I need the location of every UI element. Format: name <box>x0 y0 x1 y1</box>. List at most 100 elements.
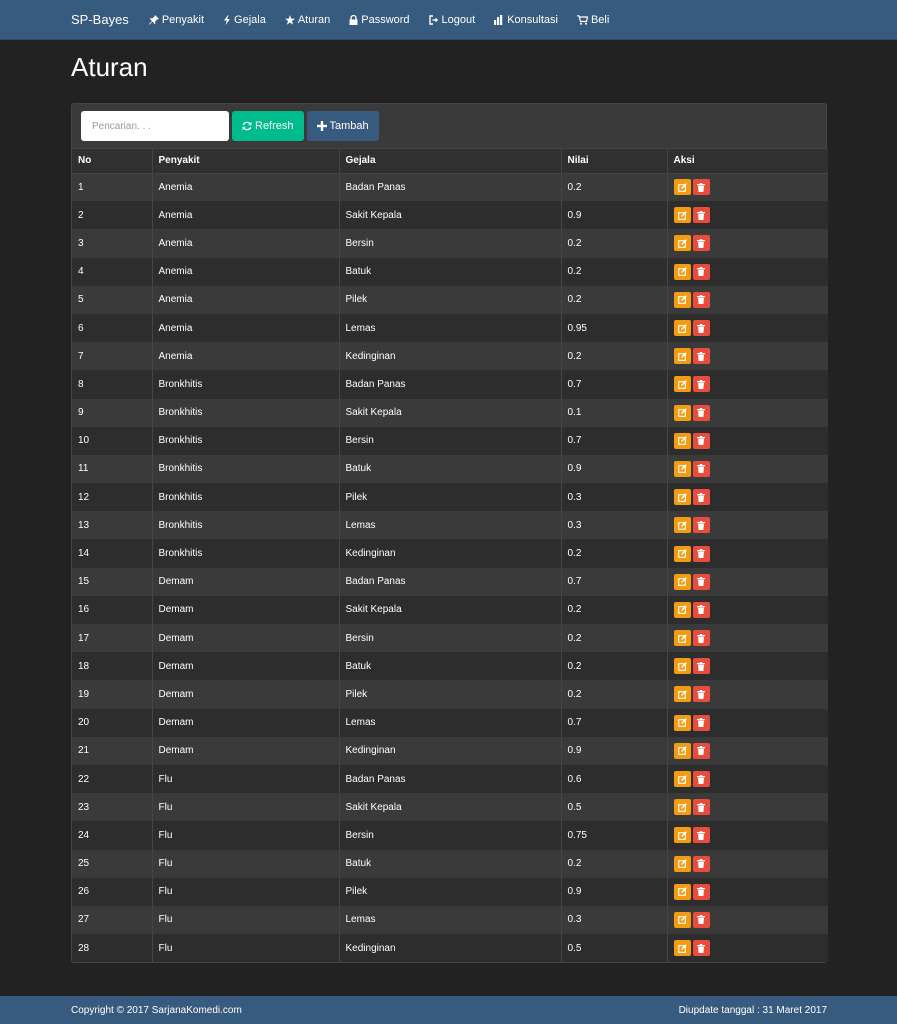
nav-item-aturan[interactable]: Aturan <box>284 13 331 26</box>
cell-aksi <box>667 652 828 680</box>
table-row: 6 Anemia Lemas 0.95 <box>72 313 828 343</box>
delete-button[interactable] <box>692 235 710 252</box>
edit-button[interactable] <box>673 911 691 928</box>
delete-button[interactable] <box>692 855 710 872</box>
edit-button[interactable] <box>673 460 691 477</box>
edit-button[interactable] <box>673 601 691 618</box>
delete-button[interactable] <box>692 432 710 449</box>
edit-button[interactable] <box>673 855 691 872</box>
cell-aksi <box>667 765 828 793</box>
cell-aksi <box>667 314 828 342</box>
delete-button[interactable] <box>692 179 710 196</box>
delete-button[interactable] <box>692 714 710 731</box>
delete-button[interactable] <box>692 883 710 900</box>
edit-icon <box>677 605 687 615</box>
edit-button[interactable] <box>673 179 691 196</box>
nav-item-label: Penyakit <box>161 13 205 26</box>
edit-button[interactable] <box>673 827 691 844</box>
delete-button[interactable] <box>692 545 710 562</box>
edit-button[interactable] <box>673 545 691 562</box>
edit-button[interactable] <box>673 517 691 534</box>
delete-button[interactable] <box>692 460 710 477</box>
delete-button[interactable] <box>692 489 710 506</box>
nav-item-beli[interactable]: Beli <box>576 14 609 26</box>
edit-button[interactable] <box>673 686 691 703</box>
trash-icon <box>697 210 705 220</box>
cell-gejala: Lemas <box>339 708 562 737</box>
delete-button[interactable] <box>692 517 710 534</box>
trash-icon <box>697 689 705 699</box>
nav-item-gejala[interactable]: Gejala <box>223 14 266 26</box>
edit-icon <box>677 521 687 530</box>
edit-button[interactable] <box>673 432 691 449</box>
cell-no: 13 <box>72 511 153 540</box>
delete-button[interactable] <box>692 348 710 365</box>
cell-nilai: 0.9 <box>561 877 668 906</box>
delete-button[interactable] <box>692 686 710 703</box>
stats-icon <box>494 14 504 25</box>
nav-item-label: Aturan <box>297 13 331 26</box>
delete-button[interactable] <box>692 827 710 844</box>
delete-button[interactable] <box>692 263 710 280</box>
cell-no: 19 <box>72 680 153 709</box>
edit-button[interactable] <box>673 291 691 308</box>
page-title: Aturan <box>71 52 148 82</box>
edit-button[interactable] <box>673 320 691 337</box>
edit-button[interactable] <box>673 489 691 506</box>
edit-icon <box>677 408 687 417</box>
delete-button[interactable] <box>692 940 710 957</box>
edit-icon <box>677 436 687 446</box>
delete-button[interactable] <box>692 911 710 928</box>
edit-button[interactable] <box>673 207 691 224</box>
navbar: SP-Bayes Penyakit Gejala Aturan Password… <box>0 0 897 40</box>
delete-button[interactable] <box>692 320 710 337</box>
edit-button[interactable] <box>673 771 691 788</box>
edit-button[interactable] <box>673 714 691 731</box>
add-button[interactable]: Tambah <box>306 111 379 141</box>
delete-button[interactable] <box>692 573 710 590</box>
edit-button[interactable] <box>673 235 691 252</box>
delete-button[interactable] <box>692 291 710 308</box>
column-header-aksi: Aksi <box>667 149 828 174</box>
nav-item-penyakit[interactable]: Penyakit <box>148 13 205 26</box>
cell-aksi <box>667 173 828 201</box>
footer-copyright: Copyright © 2017 SarjanaKomedi.com <box>71 1004 242 1016</box>
search-input[interactable] <box>81 111 229 141</box>
delete-button[interactable] <box>692 630 710 647</box>
cell-gejala: Pilek <box>339 285 562 314</box>
delete-button[interactable] <box>692 658 710 675</box>
refresh-button[interactable]: Refresh <box>232 111 304 141</box>
nav-item-konsultasi[interactable]: Konsultasi <box>494 14 558 26</box>
cell-gejala: Lemas <box>339 313 562 343</box>
cell-penyakit: Demam <box>152 680 340 709</box>
delete-button[interactable] <box>692 799 710 816</box>
cell-no: 14 <box>72 539 153 568</box>
cell-penyakit: Flu <box>152 764 340 794</box>
edit-button[interactable] <box>673 799 691 816</box>
delete-button[interactable] <box>692 742 710 759</box>
delete-button[interactable] <box>692 771 710 788</box>
edit-button[interactable] <box>673 630 691 647</box>
edit-button[interactable] <box>673 263 691 280</box>
edit-button[interactable] <box>673 573 691 590</box>
edit-button[interactable] <box>673 940 691 957</box>
cell-no: 6 <box>72 313 153 343</box>
delete-button[interactable] <box>692 376 710 393</box>
edit-button[interactable] <box>673 376 691 393</box>
table-row: 5 Anemia Pilek 0.2 <box>72 285 828 314</box>
delete-button[interactable] <box>692 207 710 224</box>
edit-button[interactable] <box>673 658 691 675</box>
cell-nilai: 0.2 <box>561 173 668 202</box>
nav-item-password[interactable]: Password <box>349 14 410 26</box>
edit-button[interactable] <box>673 404 691 421</box>
edit-button[interactable] <box>673 348 691 365</box>
table-row: 26 Flu Pilek 0.9 <box>72 877 828 906</box>
delete-button[interactable] <box>692 601 710 618</box>
cell-no: 2 <box>72 201 153 230</box>
edit-button[interactable] <box>673 742 691 759</box>
brand-link[interactable]: SP-Bayes <box>71 12 129 27</box>
nav-item-logout[interactable]: Logout <box>428 14 475 26</box>
add-label: Tambah <box>329 120 369 132</box>
delete-button[interactable] <box>692 404 710 421</box>
edit-button[interactable] <box>673 883 691 900</box>
